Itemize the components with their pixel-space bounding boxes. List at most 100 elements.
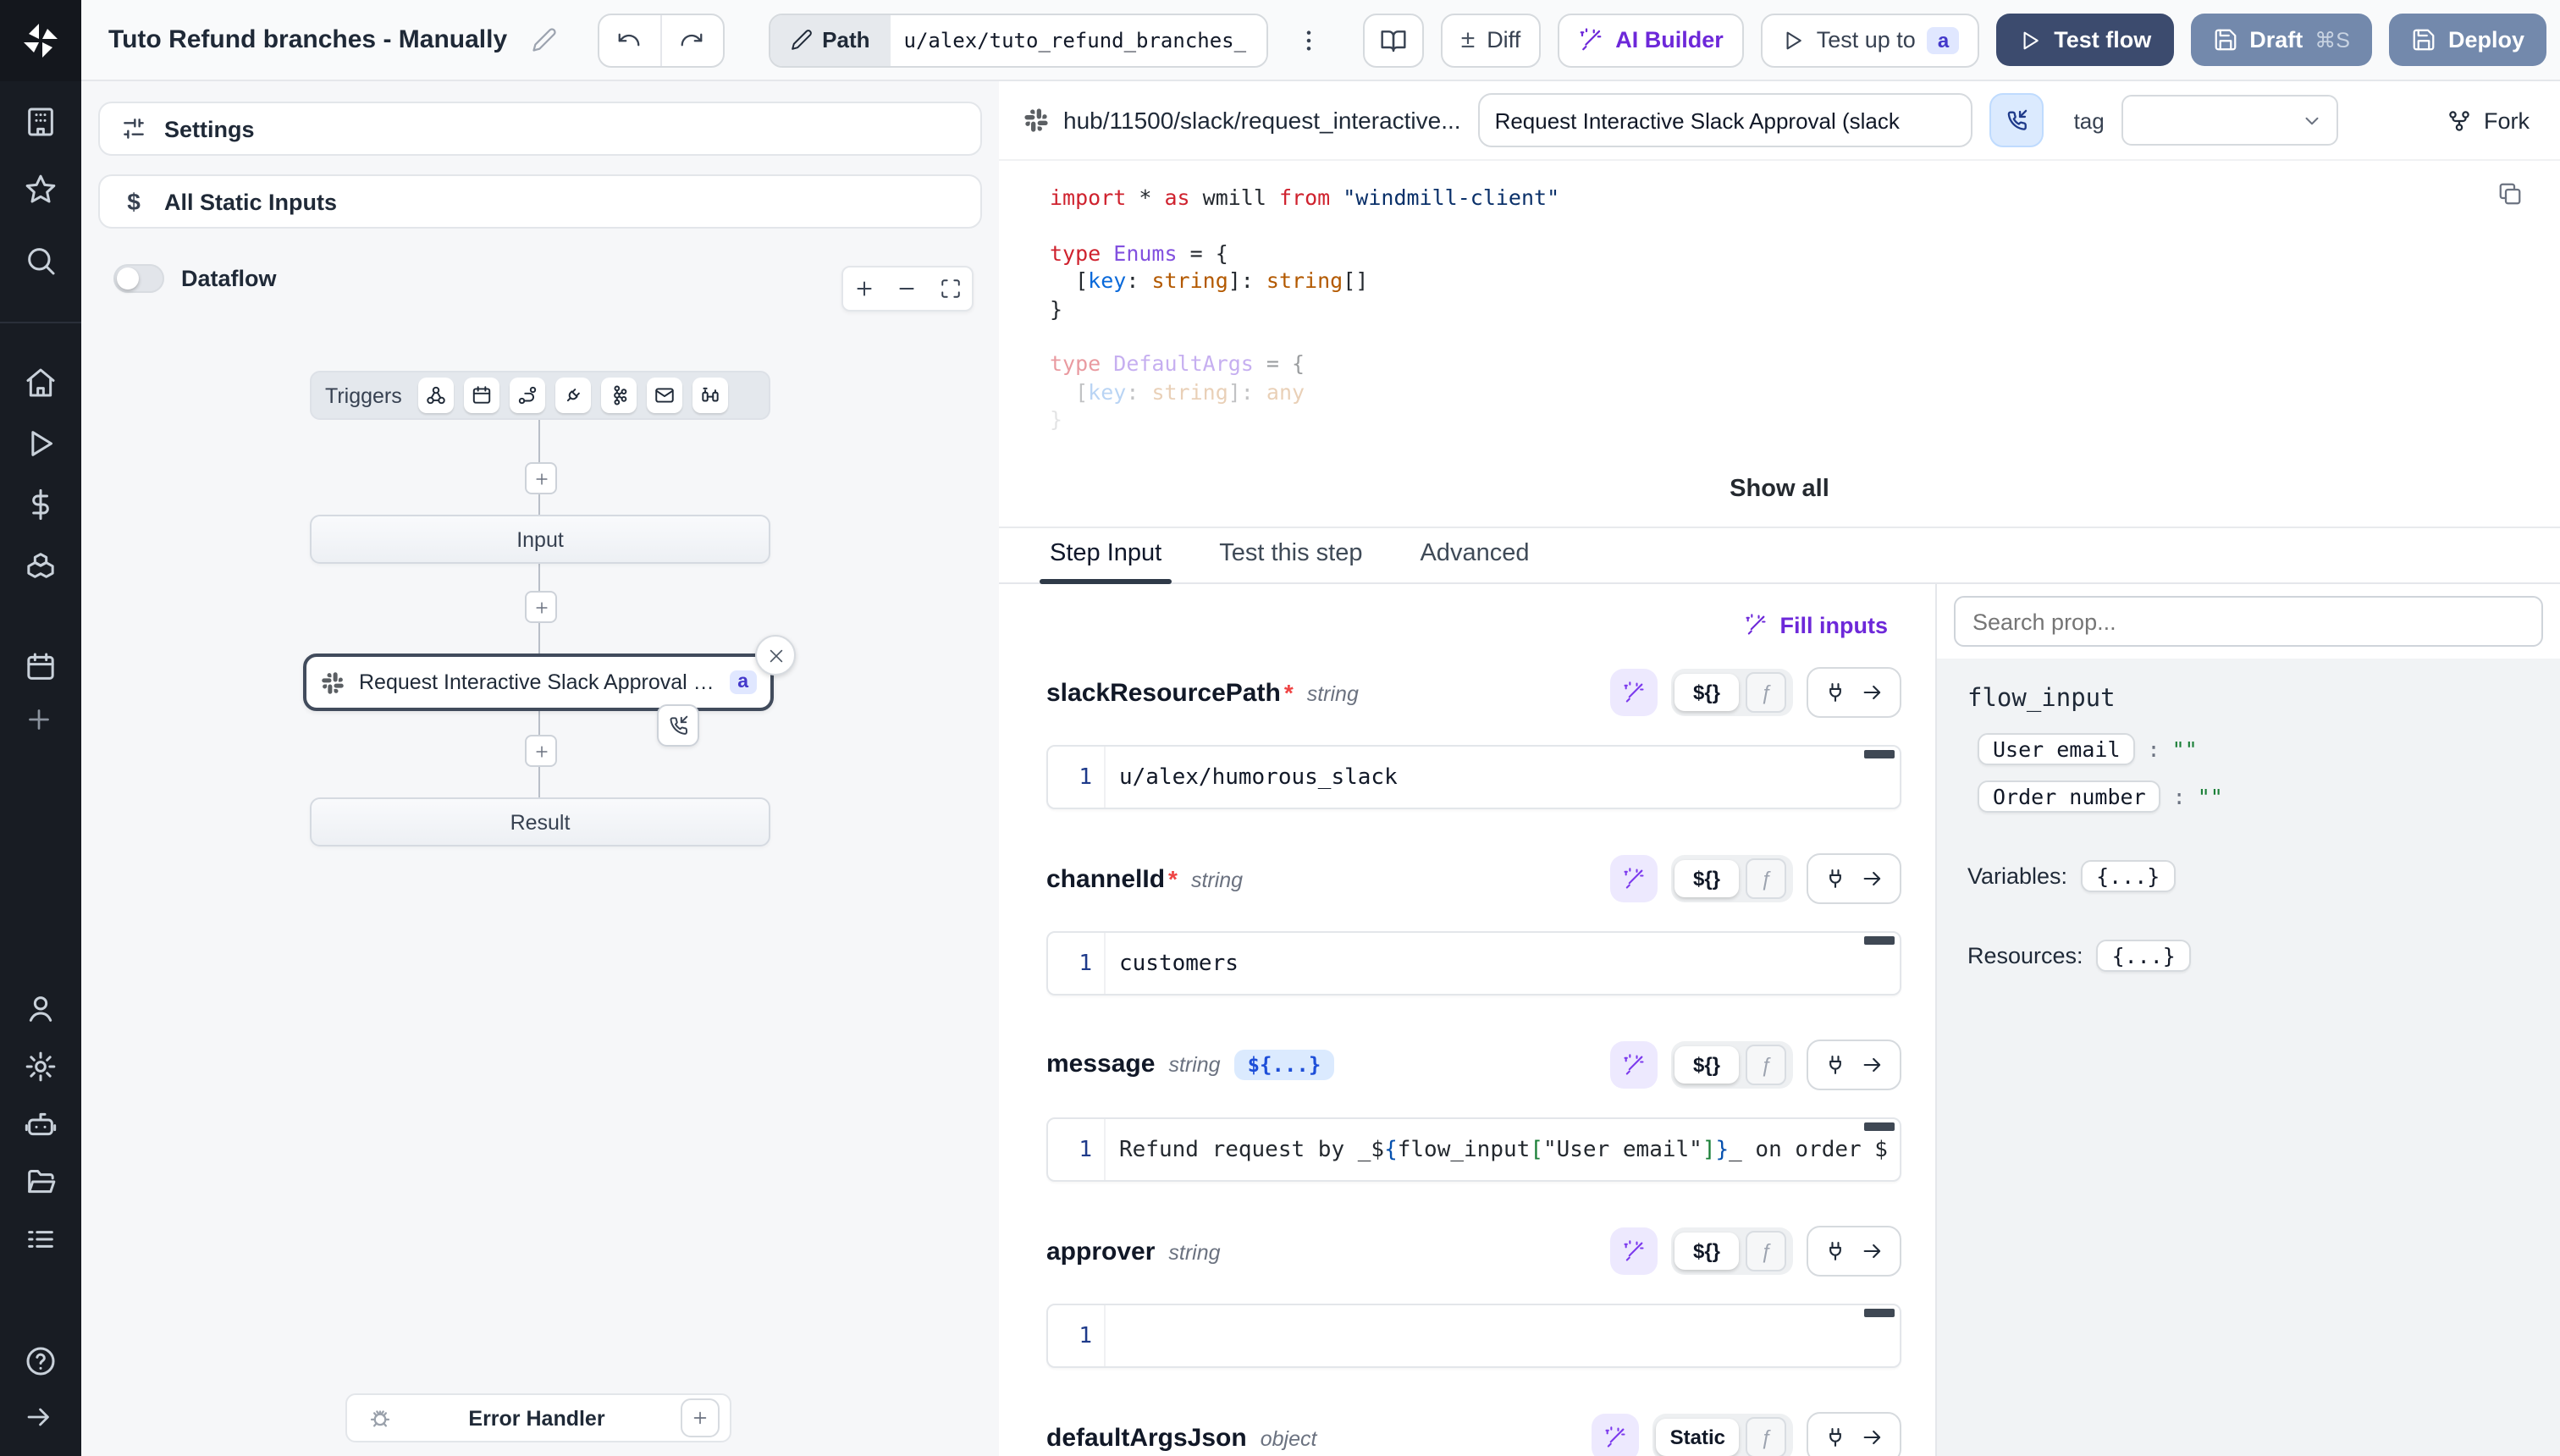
fit-view-icon[interactable] [940, 278, 962, 300]
tab-step-input[interactable]: Step Input [1050, 540, 1161, 582]
connect-input-button[interactable] [1807, 1040, 1901, 1090]
ai-fill-wand-button[interactable] [1610, 669, 1658, 716]
help-icon[interactable] [24, 1344, 58, 1378]
webhook-icon[interactable] [419, 378, 455, 413]
expression-mode-button[interactable]: ${} [1674, 860, 1739, 897]
add-plus-icon[interactable] [24, 704, 58, 738]
prop-key[interactable]: User email [1978, 733, 2136, 765]
ai-bot-icon[interactable] [24, 1107, 58, 1141]
expression-mode-button[interactable]: ${} [1674, 674, 1739, 711]
triggers-node[interactable]: Triggers [310, 371, 770, 420]
add-error-handler-button[interactable] [681, 1398, 720, 1437]
all-static-inputs-button[interactable]: $ All Static Inputs [98, 174, 982, 229]
prop-row-order-number[interactable]: Order number : "" [1978, 780, 2530, 813]
dataflow-toggle[interactable] [113, 264, 164, 293]
email-icon[interactable] [648, 378, 683, 413]
function-mode-icon[interactable]: ƒ [1746, 858, 1786, 899]
windmill-logo-icon[interactable] [0, 0, 81, 81]
schedules-calendar-icon[interactable] [24, 650, 58, 684]
tab-advanced[interactable]: Advanced [1420, 540, 1529, 582]
static-mode-button[interactable]: Static [1657, 1419, 1739, 1456]
fork-button[interactable]: Fork [2436, 108, 2540, 133]
runs-play-icon[interactable] [24, 427, 58, 461]
field-editor[interactable]: 1 [1046, 1304, 1901, 1368]
workspace-icon[interactable] [24, 105, 58, 139]
resources-boxes-icon[interactable] [24, 549, 58, 582]
ai-fill-wand-button[interactable] [1592, 1414, 1640, 1456]
path-edit-button[interactable]: Path [770, 14, 890, 65]
home-icon[interactable] [24, 366, 58, 400]
suspend-approval-phone-button[interactable] [1989, 93, 2044, 147]
resources-expander[interactable]: {...} [2097, 940, 2191, 972]
error-handler-node[interactable]: Error Handler [345, 1393, 731, 1442]
http-route-icon[interactable] [510, 378, 546, 413]
field-value [1104, 1305, 1900, 1366]
code-editor[interactable]: import * as wmill from "windmill-client"… [999, 161, 2560, 527]
undo-button[interactable] [599, 14, 659, 65]
field-editor[interactable]: 1 u/alex/humorous_slack [1046, 745, 1901, 809]
ai-builder-button[interactable]: AI Builder [1558, 13, 1744, 67]
schedule-calendar-icon[interactable] [465, 378, 500, 413]
field-editor[interactable]: 1 customers [1046, 931, 1901, 995]
connect-input-button[interactable] [1807, 667, 1901, 718]
tab-test-this-step[interactable]: Test this step [1219, 540, 1362, 582]
variables-row[interactable]: Variables: {...} [1967, 860, 2530, 892]
expand-sidebar-arrow-icon[interactable] [24, 1402, 58, 1436]
field-editor[interactable]: 1 Refund request by _${flow_input["User … [1046, 1117, 1901, 1182]
expression-mode-button[interactable]: ${} [1674, 1233, 1739, 1270]
insert-step-plus-button[interactable] [525, 591, 557, 623]
flow-settings-button[interactable]: Settings [98, 102, 982, 156]
test-up-to-button[interactable]: Test up to a [1761, 13, 1979, 67]
insert-step-plus-button[interactable] [525, 735, 557, 767]
path-input[interactable] [891, 14, 1266, 65]
hub-script-path[interactable]: hub/11500/slack/request_interactive... [1023, 107, 1461, 134]
docs-book-button[interactable] [1363, 13, 1424, 67]
prop-row-user-email[interactable]: User email : "" [1978, 733, 2530, 765]
suspend-approval-phone-icon[interactable] [657, 704, 699, 747]
result-node[interactable]: Result [310, 797, 770, 847]
prop-key[interactable]: Order number [1978, 780, 2161, 813]
connect-input-button[interactable] [1807, 853, 1901, 904]
redo-button[interactable] [659, 14, 722, 65]
kafka-icon[interactable] [602, 378, 637, 413]
ai-fill-wand-button[interactable] [1610, 1041, 1658, 1089]
draft-button[interactable]: Draft ⌘S [2190, 14, 2372, 66]
favorites-star-icon[interactable] [24, 173, 58, 207]
search-icon[interactable] [24, 244, 58, 278]
connect-input-button[interactable] [1807, 1412, 1901, 1456]
logs-list-icon[interactable] [24, 1222, 58, 1256]
function-mode-icon[interactable]: ƒ [1746, 1045, 1786, 1085]
search-prop-input[interactable] [1954, 596, 2543, 647]
websocket-plug-icon[interactable] [556, 378, 592, 413]
function-mode-icon[interactable]: ƒ [1746, 1417, 1786, 1456]
slack-approval-step-node[interactable]: Request Interactive Slack Approval (... … [303, 654, 774, 711]
resources-row[interactable]: Resources: {...} [1967, 940, 2530, 972]
edit-title-pencil-icon[interactable] [531, 27, 556, 52]
zoom-out-icon[interactable] [897, 278, 919, 300]
account-user-icon[interactable] [24, 992, 58, 1026]
connect-input-button[interactable] [1807, 1226, 1901, 1277]
test-flow-button[interactable]: Test flow [1996, 14, 2173, 66]
variables-dollar-icon[interactable] [24, 488, 58, 521]
insert-step-plus-button[interactable] [525, 462, 557, 494]
expression-mode-button[interactable]: ${} [1674, 1046, 1739, 1084]
function-mode-icon[interactable]: ƒ [1746, 1231, 1786, 1271]
folders-icon[interactable] [24, 1165, 58, 1199]
function-mode-icon[interactable]: ƒ [1746, 672, 1786, 713]
input-node[interactable]: Input [310, 515, 770, 564]
ai-fill-wand-button[interactable] [1610, 855, 1658, 902]
show-all-button[interactable]: Show all [1706, 466, 1853, 513]
ai-fill-wand-button[interactable] [1610, 1227, 1658, 1275]
tag-select[interactable] [2121, 95, 2338, 146]
more-menu-icon[interactable] [1295, 26, 1322, 53]
remove-step-button[interactable] [755, 635, 796, 676]
step-name-input[interactable] [1478, 93, 1972, 147]
poll-watch-icon[interactable] [693, 378, 729, 413]
deploy-button[interactable]: Deploy [2389, 14, 2546, 66]
zoom-in-icon[interactable] [853, 278, 875, 300]
variables-expander[interactable]: {...} [2081, 860, 2175, 892]
diff-button[interactable]: ± Diff [1441, 13, 1542, 67]
settings-gear-icon[interactable] [24, 1050, 58, 1084]
fill-inputs-button[interactable]: Fill inputs [1731, 605, 1902, 644]
copy-code-icon[interactable] [2497, 181, 2523, 207]
